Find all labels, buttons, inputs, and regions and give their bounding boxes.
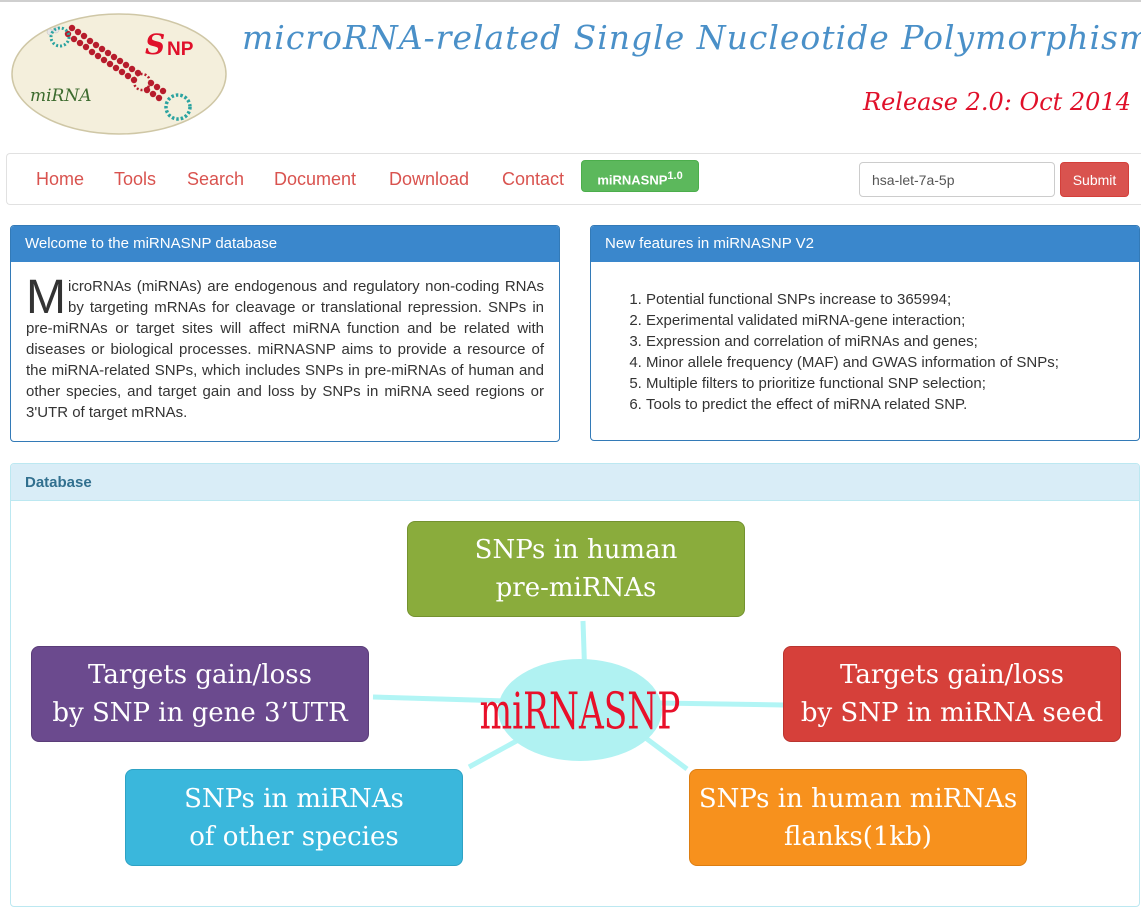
svg-text:S: S [145,28,165,61]
box-line: flanks(1kb) [784,821,932,852]
site-title: microRNA-related Single Nucleotide Polym… [242,18,1141,57]
snps-human-pre-mirnas-box[interactable]: SNPs in human pre-miRNAs [407,521,745,617]
box-line: of other species [189,821,399,852]
features-list: Potential functional SNPs increase to 36… [591,262,1139,415]
box-line: SNPs in miRNAs [184,783,404,814]
welcome-heading: Welcome to the miRNASNP database [11,226,559,262]
feature-item: Expression and correlation of miRNAs and… [646,331,1139,352]
release-label: Release 2.0: Oct 2014 [863,88,1131,116]
svg-text:NP: NP [167,39,194,60]
nav-search[interactable]: Search [187,169,244,190]
features-panel: New features in miRNASNP V2 Potential fu… [590,225,1140,441]
features-heading: New features in miRNASNP V2 [591,226,1139,262]
box-line: Targets gain/loss [88,660,312,690]
box-line: by SNP in gene 3’UTR [52,698,348,728]
box-line: SNPs in human [474,535,678,565]
box-line: Targets gain/loss [840,660,1064,690]
targets-gene-utr-box[interactable]: Targets gain/loss by SNP in gene 3’UTR [31,646,369,742]
box-line: pre-miRNAs [495,573,657,603]
nav-download[interactable]: Download [389,169,469,190]
targets-mirna-seed-box[interactable]: Targets gain/loss by SNP in miRNA seed [783,646,1121,742]
feature-item: Multiple filters to prioritize functiona… [646,373,1139,394]
welcome-paragraph: icroRNAs (miRNAs) are endogenous and reg… [26,278,544,421]
box-line: SNPs in human miRNAs [698,783,1018,814]
nav-document[interactable]: Document [274,169,356,190]
site-header: S NP miRNA microRNA-related Single Nucle… [0,0,1141,150]
welcome-panel: Welcome to the miRNASNP database MicroRN… [10,225,560,442]
box-line: by SNP in miRNA seed [800,698,1104,728]
svg-text:miRNA: miRNA [30,86,92,106]
welcome-dropcap: M [26,271,66,324]
welcome-text: MicroRNAs (miRNAs) are endogenous and re… [11,262,559,423]
submit-button[interactable]: Submit [1060,162,1129,197]
brand-version: 1.0 [667,170,683,182]
feature-item: Minor allele frequency (MAF) and GWAS in… [646,352,1139,373]
nav-home[interactable]: Home [36,169,84,190]
search-input[interactable] [859,162,1055,197]
snps-mirna-flanks-box[interactable]: SNPs in human miRNAs flanks(1kb) [689,769,1027,866]
database-heading: Database [11,464,1139,501]
nav-tools[interactable]: Tools [114,169,156,190]
database-diagram: miRNASNP SNPs in human pre-miRNAs Target… [11,501,1139,906]
snps-other-species-box[interactable]: SNPs in miRNAs of other species [125,769,463,866]
feature-item: Tools to predict the effect of miRNA rel… [646,394,1139,415]
mirnasnp-logo[interactable]: S NP miRNA [10,12,228,136]
mirnasnp-v1-button[interactable]: miRNASNP1.0 [581,160,699,192]
brand-label: miRNASNP [597,172,668,188]
database-panel: Database miRNASNP SNPs in human pre-miRN… [10,463,1140,907]
navbar: Home Tools Search Document Download Cont… [6,153,1141,205]
center-label: miRNASNP [480,683,681,742]
feature-item: Potential functional SNPs increase to 36… [646,289,1139,310]
feature-item: Experimental validated miRNA-gene intera… [646,310,1139,331]
nav-contact[interactable]: Contact [502,169,564,190]
